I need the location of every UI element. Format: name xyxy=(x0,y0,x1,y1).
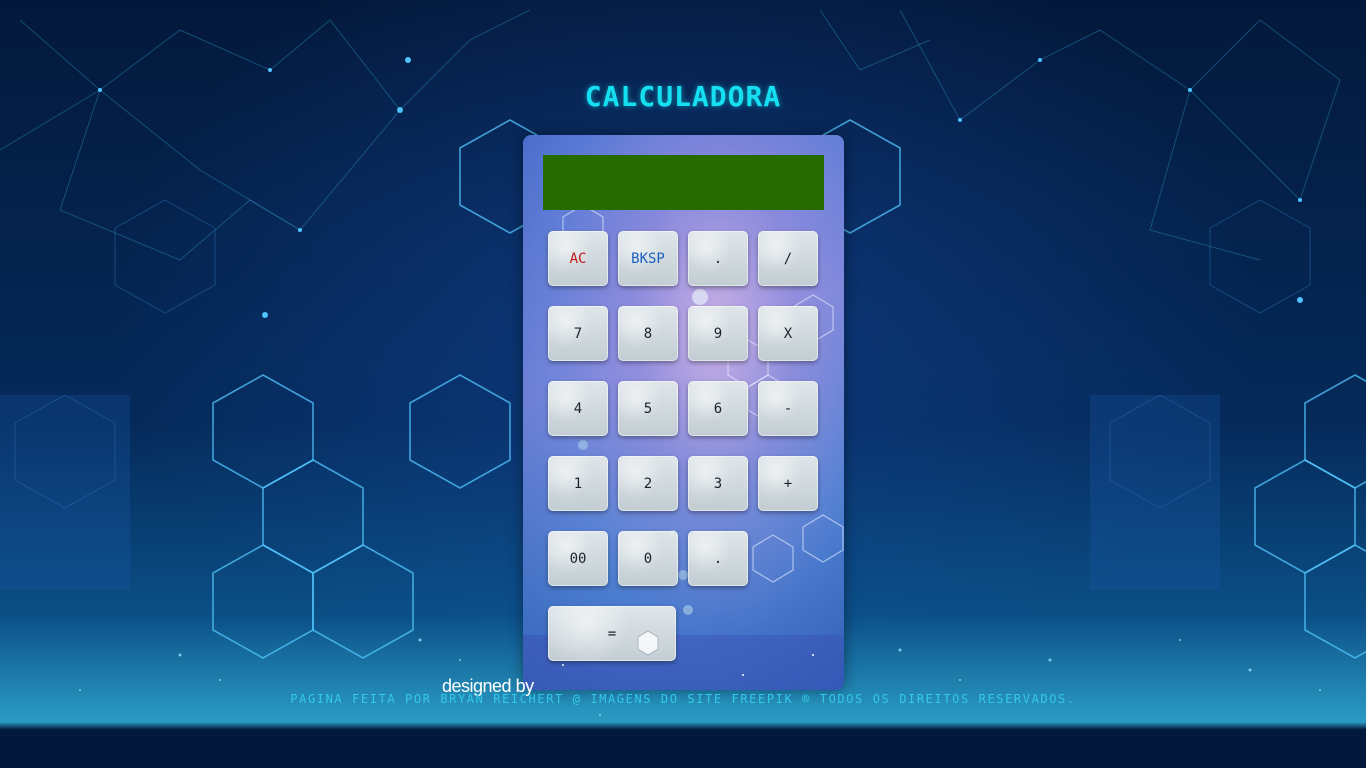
subtract-button[interactable]: - xyxy=(758,381,818,436)
digit-8-button[interactable]: 8 xyxy=(618,306,678,361)
decimal-button-top[interactable]: . xyxy=(688,231,748,286)
digit-3-button[interactable]: 3 xyxy=(688,456,748,511)
backspace-button[interactable]: BKSP xyxy=(618,231,678,286)
page-title: CALCULADORA xyxy=(584,80,782,113)
equals-button[interactable]: = xyxy=(548,606,676,661)
digit-0-button[interactable]: 0 xyxy=(618,531,678,586)
digit-9-button[interactable]: 9 xyxy=(688,306,748,361)
digit-4-button[interactable]: 4 xyxy=(548,381,608,436)
digit-5-button[interactable]: 5 xyxy=(618,381,678,436)
calculator-panel: AC BKSP . / 7 8 9 X 4 5 6 - 1 2 3 + 00 0… xyxy=(523,135,844,690)
double-zero-button[interactable]: 00 xyxy=(548,531,608,586)
divide-button[interactable]: / xyxy=(758,231,818,286)
digit-7-button[interactable]: 7 xyxy=(548,306,608,361)
clear-button[interactable]: AC xyxy=(548,231,608,286)
calculator-display xyxy=(543,155,824,210)
digit-6-button[interactable]: 6 xyxy=(688,381,748,436)
multiply-button[interactable]: X xyxy=(758,306,818,361)
add-button[interactable]: + xyxy=(758,456,818,511)
digit-1-button[interactable]: 1 xyxy=(548,456,608,511)
footer-credits: PAGINA FEITA POR BRYAN REICHERT @ IMAGEN… xyxy=(290,692,1076,706)
decimal-button[interactable]: . xyxy=(688,531,748,586)
digit-2-button[interactable]: 2 xyxy=(618,456,678,511)
